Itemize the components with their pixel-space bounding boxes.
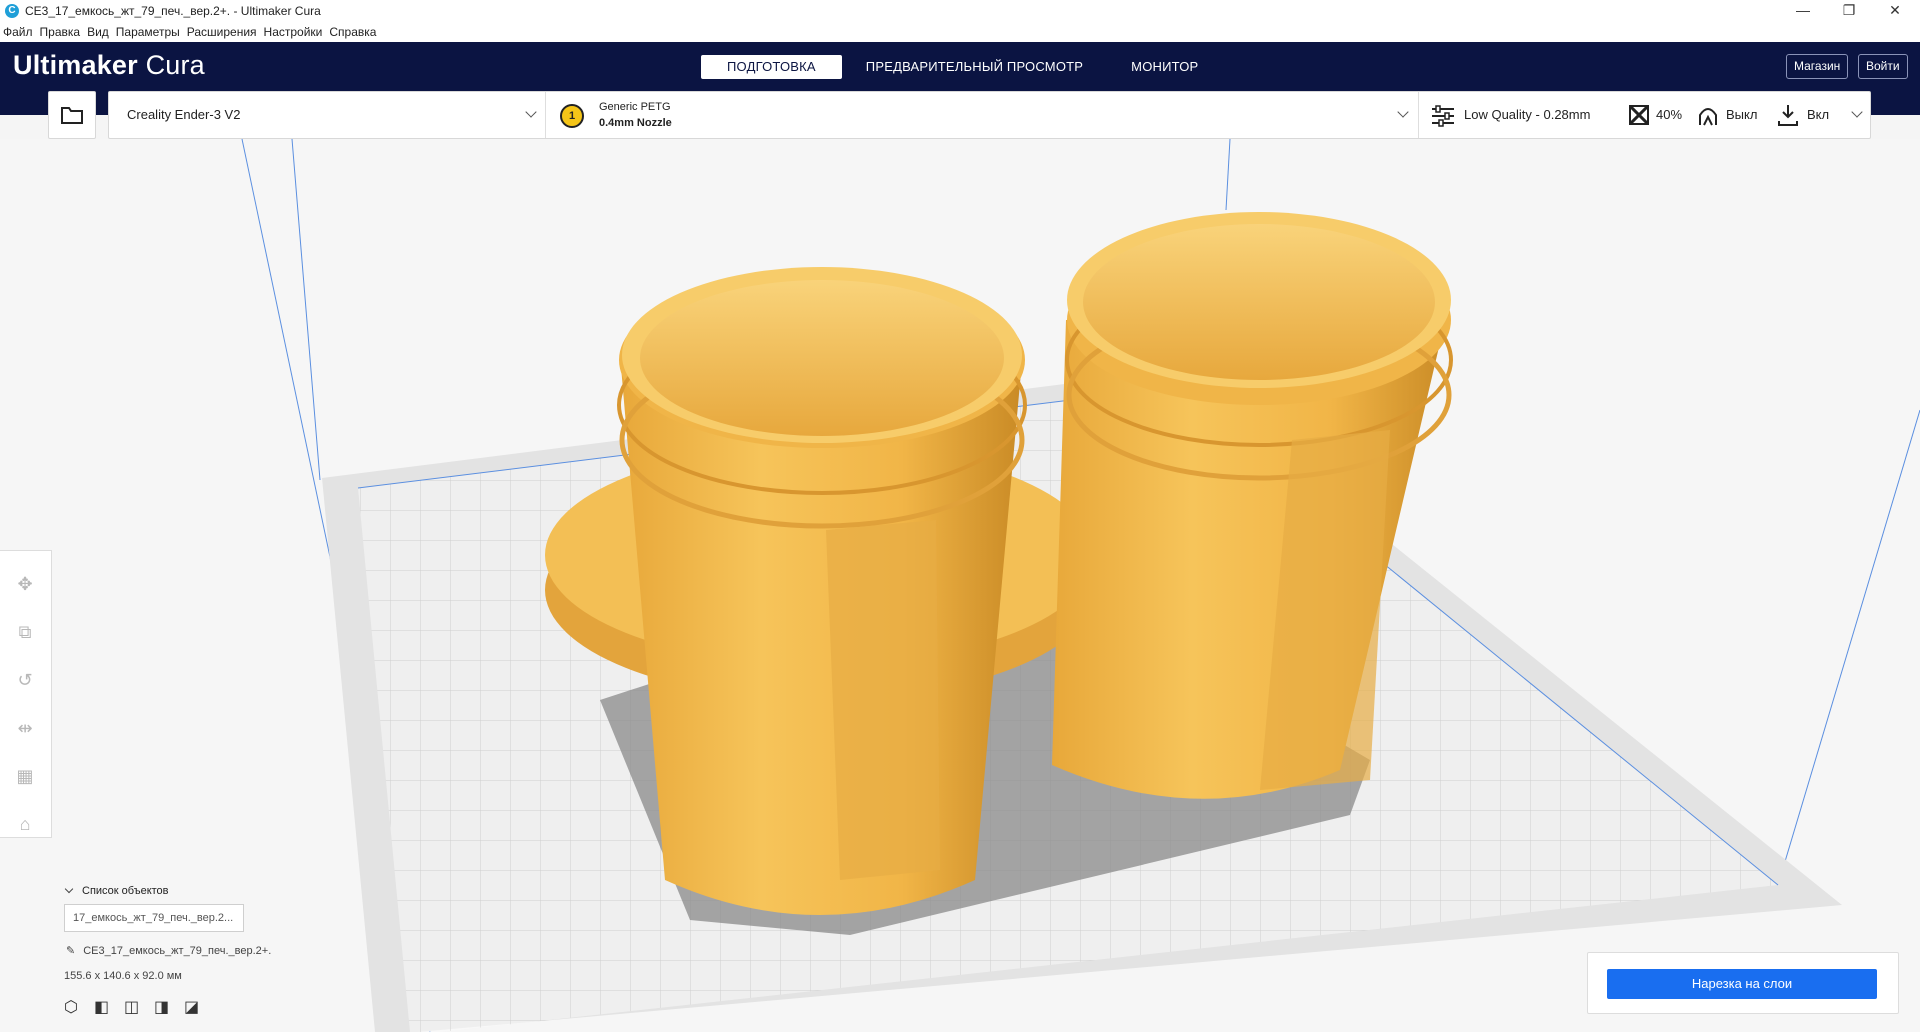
tool-panel: ✥ ⧉ ↺ ⇹ ▦ ⌂ [0,550,52,838]
adhesion-icon [1778,105,1798,126]
tab-monitor[interactable]: МОНИТОР [1107,55,1222,79]
build-volume-edge [291,139,321,481]
right-view-icon[interactable]: ◪ [184,997,214,1017]
title-bar: C CE3_17_емкось_жт_79_печ._вер.2+. - Ult… [0,0,1920,22]
open-file-button[interactable] [48,91,96,139]
slice-button[interactable]: Нарезка на слои [1607,969,1877,999]
extruder-badge: 1 [560,104,584,128]
menu-settings[interactable]: Параметры [116,25,180,39]
support-value[interactable]: Выкл [1726,107,1757,122]
menu-view[interactable]: Вид [87,25,109,39]
quality-profile[interactable]: Low Quality - 0.28mm [1464,107,1590,122]
slice-panel: Нарезка на слои [1587,952,1899,1014]
top-view-icon[interactable]: ◫ [124,997,154,1017]
build-volume-edge [1225,139,1231,211]
maximize-button[interactable]: ❐ [1826,0,1872,22]
chevron-down-icon[interactable] [1397,106,1409,118]
pencil-icon[interactable]: ✎ [66,945,75,957]
jar-model-left [617,267,1027,915]
settings-sliders-icon [1432,105,1454,127]
object-name: ✎ CE3_17_емкось_жт_79_печ._вер.2+. [66,945,272,957]
infill-icon [1629,105,1649,125]
infill-value[interactable]: 40% [1656,107,1682,122]
front-view-icon[interactable]: ◧ [94,997,124,1017]
menu-extensions[interactable]: Расширения [187,25,257,39]
support-icon [1699,108,1717,126]
printer-selector[interactable]: Creality Ender-3 V2 [127,107,240,122]
cura-app-icon: C [5,4,19,18]
camera-view-buttons: ⬡ ◧ ◫ ◨ ◪ [64,997,214,1017]
stage-tabs: ПОДГОТОВКА ПРЕДВАРИТЕЛЬНЫЙ ПРОСМОТР МОНИ… [701,55,1222,79]
ultimaker-cura-logo: Ultimaker Cura [13,50,205,80]
3d-view-icon[interactable]: ⬡ [64,997,94,1017]
3d-viewport[interactable]: ✥ ⧉ ↺ ⇹ ▦ ⌂ [0,139,1920,1032]
chevron-down-icon[interactable] [525,106,537,118]
object-list-header[interactable]: Список объектов [64,884,169,897]
menu-file[interactable]: Файл [3,25,33,39]
window-title: CE3_17_емкось_жт_79_печ._вер.2+. - Ultim… [25,4,321,18]
tab-preview[interactable]: ПРЕДВАРИТЕЛЬНЫЙ ПРОСМОТР [842,55,1107,79]
menu-preferences[interactable]: Настройки [264,25,323,39]
left-view-icon[interactable]: ◨ [154,997,184,1017]
folder-icon [61,107,83,124]
chevron-down-icon [64,884,74,894]
per-model-settings-icon[interactable]: ▦ [14,765,36,787]
rotate-tool-icon[interactable]: ↺ [14,669,36,691]
material-name[interactable]: Generic PETG [599,101,671,113]
support-blocker-icon[interactable]: ⌂ [14,813,36,835]
sign-in-button[interactable]: Войти [1858,54,1908,79]
menu-edit[interactable]: Правка [40,25,81,39]
object-dimensions: 155.6 x 140.6 x 92.0 мм [64,970,182,982]
chevron-down-icon[interactable] [1851,106,1863,118]
marketplace-button[interactable]: Магазин [1786,54,1849,79]
adhesion-value[interactable]: Вкл [1807,107,1829,122]
minimize-button[interactable]: — [1780,0,1826,22]
print-setup-bar: Creality Ender-3 V2 1 Generic PETG 0.4mm… [108,91,1871,139]
move-tool-icon[interactable]: ✥ [14,573,36,595]
build-plate-scene [241,139,1920,1032]
scale-tool-icon[interactable]: ⧉ [14,621,36,643]
mirror-tool-icon[interactable]: ⇹ [14,717,36,739]
tab-prepare[interactable]: ПОДГОТОВКА [701,55,842,79]
nozzle-name[interactable]: 0.4mm Nozzle [599,117,672,129]
object-list-item[interactable]: 17_емкось_жт_79_печ._вер.2... [64,904,244,932]
menu-bar: Файл Правка Вид Параметры Расширения Нас… [0,22,1920,42]
menu-help[interactable]: Справка [329,25,376,39]
close-button[interactable]: ✕ [1872,0,1918,22]
build-volume-edge [1777,409,1920,886]
